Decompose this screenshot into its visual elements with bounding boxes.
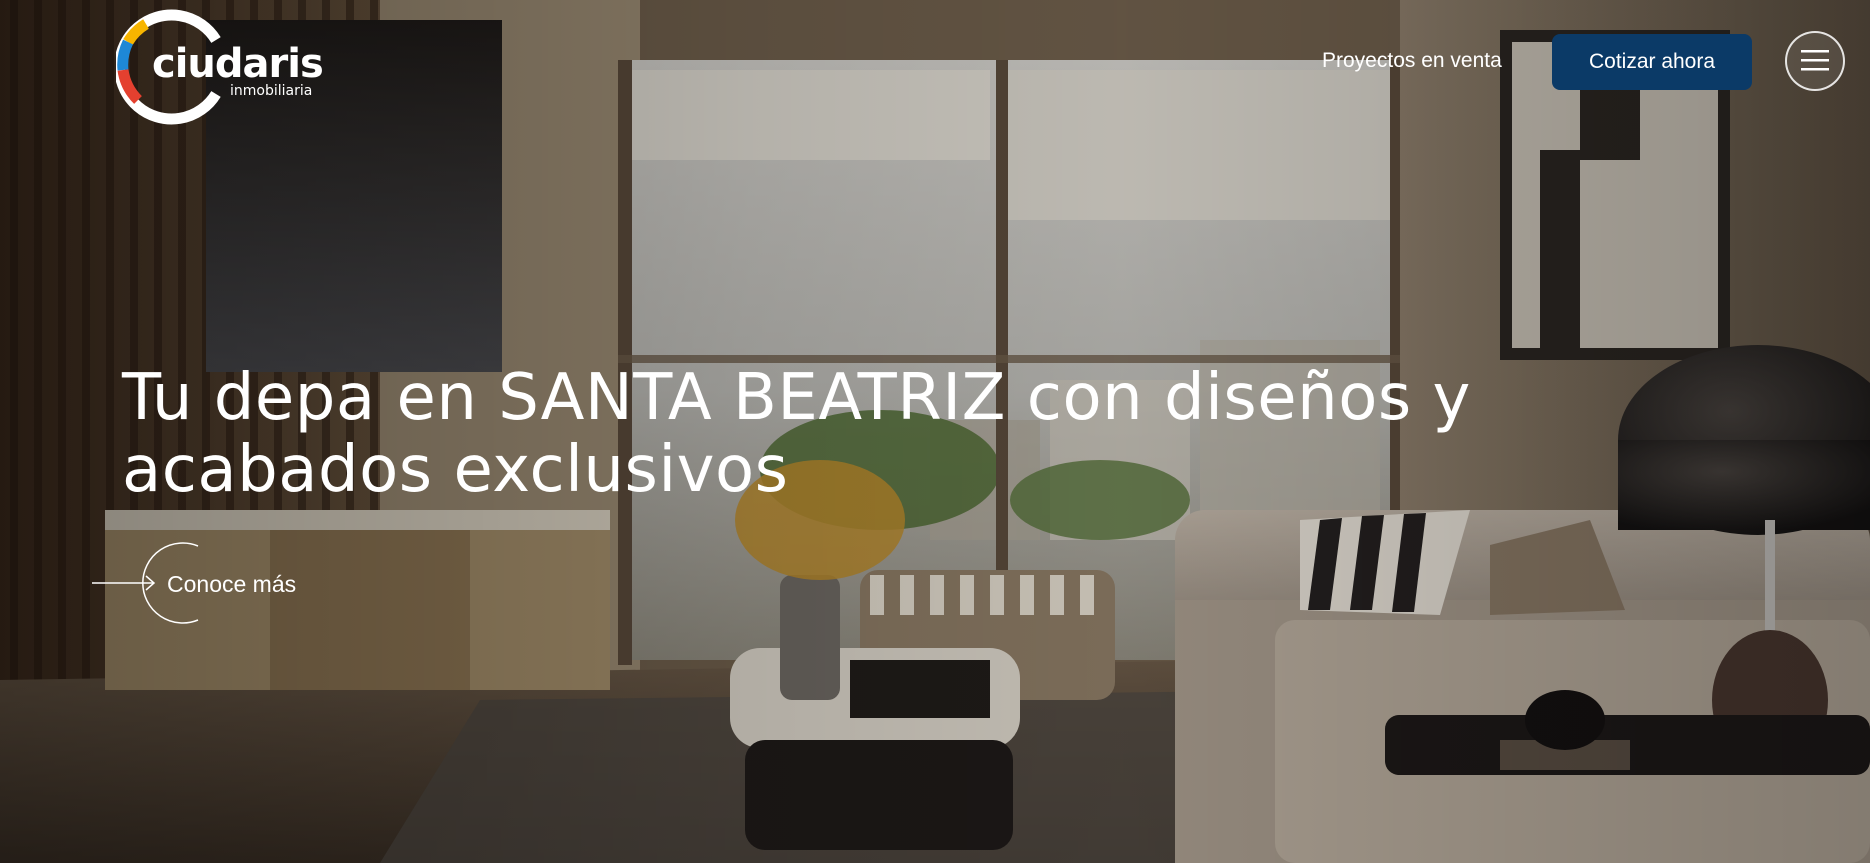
hero-headline: Tu depa en SANTA BEATRIZ con diseños y a…: [122, 361, 1471, 507]
logo-tagline: inmobiliaria: [230, 83, 313, 99]
logo-wordmark: ciudaris: [152, 41, 324, 87]
quote-now-button[interactable]: Cotizar ahora: [1552, 34, 1752, 90]
hamburger-icon: [1801, 50, 1829, 71]
brand-logo[interactable]: ciudaris inmobiliaria: [116, 8, 324, 126]
nav-link-projects-for-sale[interactable]: Proyectos en venta: [1322, 47, 1502, 75]
menu-button[interactable]: [1785, 31, 1845, 91]
learn-more-link[interactable]: Conoce más: [90, 540, 350, 626]
learn-more-label: Conoce más: [167, 571, 297, 597]
